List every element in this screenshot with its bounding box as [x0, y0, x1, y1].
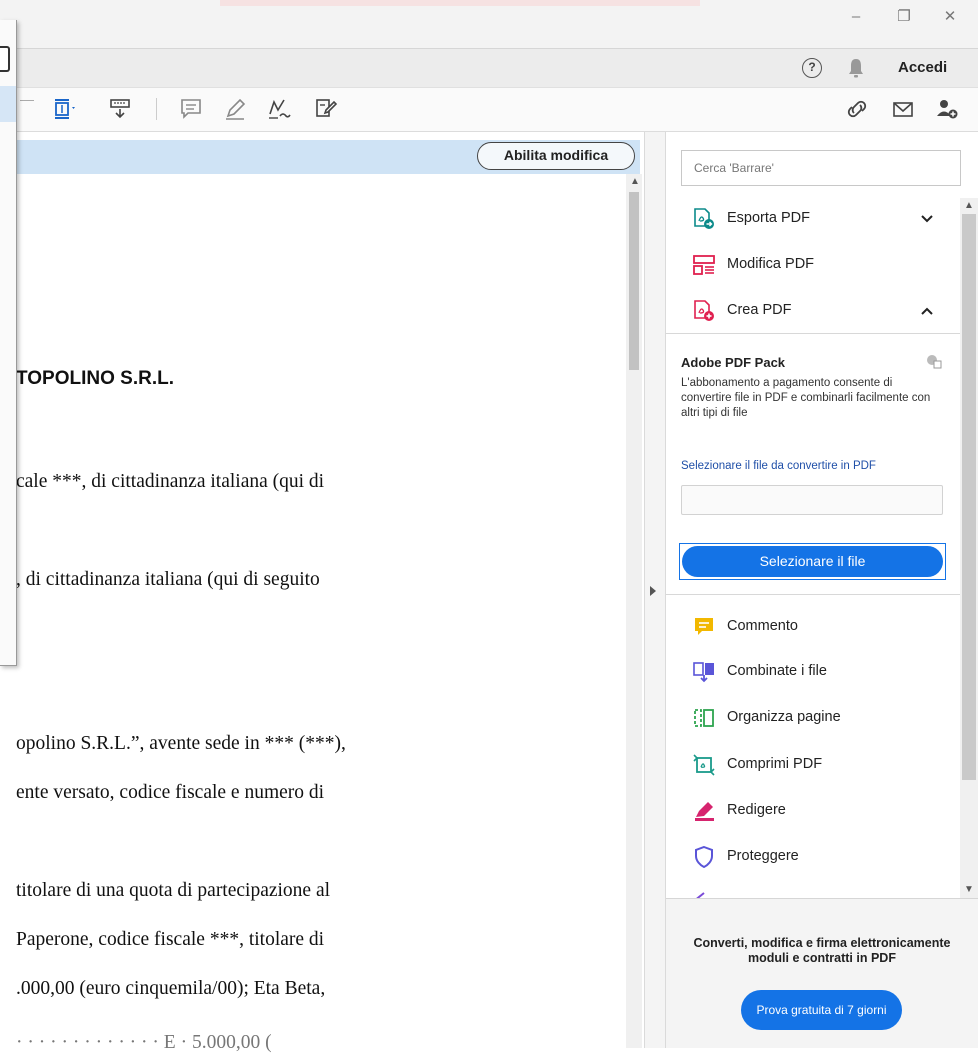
title-bar: [0, 0, 978, 48]
share-link-icon[interactable]: [844, 96, 870, 122]
sign-in-link[interactable]: Accedi: [898, 59, 947, 76]
menu-bar: [0, 48, 978, 88]
help-icon[interactable]: ?: [802, 58, 822, 78]
collapse-pane-arrow-icon[interactable]: [650, 586, 656, 596]
pdf-pack-select-link[interactable]: Selezionare il file da convertire in PDF: [681, 460, 876, 472]
next-tool-icon-partial: [692, 888, 710, 898]
document-line: ente versato, codice fiscale e numero di: [16, 782, 325, 803]
title-bar-tab-strip: [220, 0, 700, 6]
email-icon[interactable]: [890, 96, 916, 122]
protect-icon: [693, 845, 715, 869]
fit-page-icon[interactable]: [52, 96, 78, 122]
scroll-up-arrow-icon[interactable]: ▲: [964, 200, 974, 211]
tools-scrollbar-thumb[interactable]: [962, 214, 976, 780]
toolbar: [0, 88, 978, 132]
pdf-pack-description: L'abbonamento a pagamento consente di co…: [681, 377, 931, 419]
tool-label: Esporta PDF: [727, 210, 810, 226]
tool-label: Organizza pagine: [727, 709, 841, 725]
organize-pages-icon: [693, 707, 715, 729]
restore-button[interactable]: ❐: [890, 8, 918, 26]
toolbar-separator: [156, 98, 157, 120]
tool-protect[interactable]: Proteggere: [666, 836, 960, 880]
edit-pdf-icon: [693, 254, 715, 276]
tool-label: Combinate i file: [727, 663, 827, 679]
document-line: titolare di una quota di partecipazione …: [16, 880, 331, 901]
scroll-down-arrow-icon[interactable]: ▼: [964, 884, 974, 895]
pdf-pack-title: Adobe PDF Pack: [681, 355, 786, 370]
tool-label: Commento: [727, 618, 798, 634]
toolbar-dropdown-fragment: [20, 100, 34, 101]
tool-organize-pages[interactable]: Organizza pagine: [666, 697, 960, 741]
tool-edit-pdf[interactable]: Modifica PDF: [666, 244, 960, 288]
tool-compress-pdf[interactable]: Comprimi PDF: [666, 744, 960, 788]
tool-create-pdf[interactable]: Crea PDF: [666, 290, 960, 334]
tool-export-pdf[interactable]: Esporta PDF: [666, 198, 960, 242]
select-file-button[interactable]: Selezionare il file: [682, 546, 943, 577]
promo-text: Converti, modifica e firma elettronicame…: [693, 936, 951, 965]
pdf-pack-cloud-icon: [926, 353, 942, 369]
tool-label: Modifica PDF: [727, 256, 815, 272]
create-pdf-icon: [693, 300, 715, 322]
combine-files-icon: [693, 661, 715, 683]
tools-search-input[interactable]: Cerca 'Barrare': [681, 150, 961, 186]
tool-combine-files[interactable]: Combinate i file: [666, 651, 960, 695]
notifications-bell-icon[interactable]: [846, 57, 866, 79]
chevron-down-icon[interactable]: [921, 212, 933, 226]
enable-editing-button[interactable]: Abilita modifica: [477, 142, 635, 170]
scroll-mode-icon[interactable]: [108, 96, 134, 122]
document-line: , di cittadinanza italiana (qui di segui…: [16, 569, 320, 590]
popup-selected-item[interactable]: [0, 86, 16, 122]
tool-label: Proteggere: [727, 848, 799, 864]
add-user-icon[interactable]: [934, 96, 960, 122]
tool-comment[interactable]: Commento: [666, 606, 960, 650]
tool-label: Crea PDF: [727, 302, 792, 318]
highlight-pen-icon[interactable]: [222, 96, 248, 122]
document-line: Paperone, codice fiscale ***, titolare d…: [16, 929, 325, 950]
document-line-cut: · · · · · · · · · · · · · E · 5.000,00 (: [16, 1032, 272, 1053]
pdf-pack-file-field[interactable]: [681, 485, 943, 515]
close-button[interactable]: ✕: [936, 8, 964, 26]
document-title: TOPOLINO S.R.L.: [16, 368, 174, 389]
tool-label: Comprimi PDF: [727, 756, 823, 772]
scroll-up-arrow-icon[interactable]: ▲: [630, 176, 640, 187]
comment-tool-icon[interactable]: [178, 96, 204, 122]
compress-pdf-icon: [693, 754, 715, 776]
document-page: [0, 174, 625, 1048]
document-line: cale ***, di cittadinanza italiana (qui …: [16, 471, 325, 492]
fill-sign-icon[interactable]: [312, 96, 338, 122]
document-line: .000,00 (euro cinquemila/00); Eta Beta,: [16, 978, 326, 999]
tool-label: Redigere: [727, 802, 786, 818]
comment-icon: [693, 616, 715, 638]
free-trial-button[interactable]: Prova gratuita di 7 giorni: [741, 990, 902, 1030]
popup-document-icon: [0, 46, 10, 72]
export-pdf-icon: [693, 208, 715, 230]
document-line: opolino S.R.L.”, avente sede in *** (***…: [16, 733, 346, 754]
document-scrollbar-thumb[interactable]: [629, 192, 639, 370]
sign-icon[interactable]: [266, 96, 292, 122]
tool-redact[interactable]: Redigere: [666, 790, 960, 834]
redact-icon: [693, 800, 715, 822]
minimize-button[interactable]: –: [842, 8, 870, 26]
chevron-up-icon[interactable]: [921, 304, 933, 318]
